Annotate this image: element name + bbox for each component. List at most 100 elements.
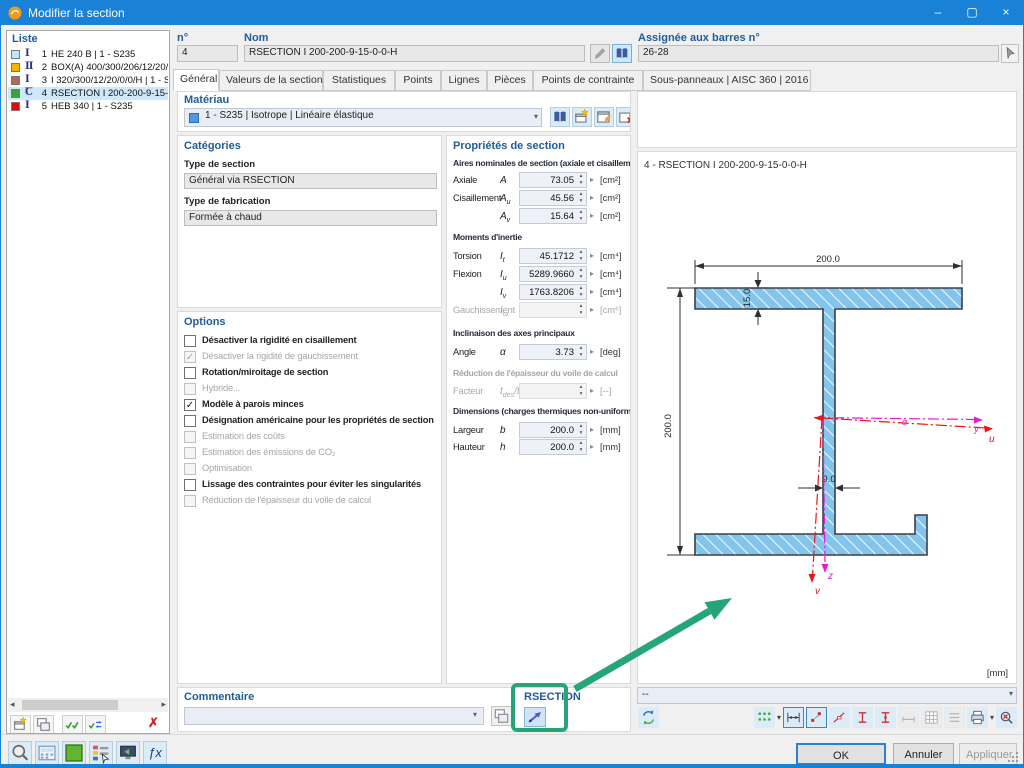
dim-height-label: 200.0 [663, 414, 674, 438]
chevron-down-icon[interactable]: ▾ [534, 112, 538, 121]
ok-button[interactable]: OK [796, 743, 886, 765]
pick-members-button[interactable] [1001, 44, 1019, 63]
spinner-icons[interactable]: ▴▾ [576, 345, 586, 359]
scrollbar-thumb[interactable] [22, 700, 118, 710]
monitor-arrow-icon [117, 742, 139, 764]
list-item-selected[interactable]: Ꞇ 4 RSECTION I 200-200-9-15-0-0-H | [8, 87, 168, 100]
section-color-button[interactable] [62, 741, 86, 765]
chevron-down-icon[interactable]: ▾ [777, 707, 781, 728]
dim-lines-icon [900, 709, 917, 726]
list-scrollbar[interactable]: ◂ ▸ [8, 698, 168, 712]
detail-arrow-icon[interactable]: ▸ [590, 287, 594, 296]
title-bar[interactable]: Modifier la section – ▢ × [1, 1, 1023, 25]
checkbox-checked[interactable]: ✓ [184, 399, 196, 411]
tab-lignes[interactable]: Lignes [441, 70, 487, 91]
section-viewer[interactable]: 4 - RSECTION I 200-200-9-15-0-0-H [637, 151, 1017, 684]
spinner-icons[interactable]: ▴▾ [576, 173, 586, 187]
cancel-button[interactable]: Annuler [893, 743, 954, 765]
checkbox-unchecked[interactable] [184, 479, 196, 491]
viewer-dropdown[interactable]: -- ▾ [637, 687, 1017, 704]
detail-arrow-icon[interactable]: ▸ [590, 193, 594, 202]
formula-button[interactable]: ƒx [143, 741, 167, 765]
refresh-view-button[interactable] [638, 707, 659, 728]
new-material-button[interactable] [572, 107, 592, 127]
invert-check-button[interactable] [85, 715, 106, 734]
group-title-axes: Inclinaison des axes principaux [453, 328, 575, 338]
tab-pieces[interactable]: Pièces [487, 70, 533, 91]
spinner-icons[interactable]: ▴▾ [576, 191, 586, 205]
property-row-disabled: Facteur tdes/t ▴▾ ▸ [--] [447, 383, 631, 400]
detail-arrow-icon[interactable]: ▸ [590, 175, 594, 184]
spinner-icons[interactable]: ▴▾ [576, 440, 586, 454]
delete-section-icon[interactable]: ✗ [148, 715, 159, 731]
show-stress-points-button[interactable] [852, 707, 873, 728]
property-label: Cisaillement [453, 193, 501, 203]
fx-icon: ƒx [148, 745, 162, 760]
material-library-button[interactable] [550, 107, 570, 127]
checkbox-unchecked[interactable] [184, 335, 196, 347]
tab-points[interactable]: Points [395, 70, 441, 91]
list-item[interactable]: I 1 HE 240 B | 1 - S235 [8, 48, 168, 61]
show-point-numbers-button[interactable] [806, 707, 827, 728]
tab-general[interactable]: Général [173, 69, 219, 91]
scroll-right-icon[interactable]: ▸ [161, 699, 166, 710]
checkbox-unchecked[interactable] [184, 415, 196, 427]
section-library-button[interactable] [612, 44, 632, 63]
scroll-left-icon[interactable]: ◂ [10, 699, 15, 710]
material-value: 1 - S235 | Isotrope | Linéaire élastique [205, 110, 374, 121]
display-points-button[interactable] [754, 707, 775, 728]
calculation-params-button[interactable] [35, 741, 59, 765]
minimize-icon[interactable]: – [921, 1, 955, 25]
chevron-down-icon[interactable]: ▾ [990, 707, 994, 728]
group-title-dimensions: Dimensions (charges thermiques non-unifo… [453, 406, 631, 416]
maximize-icon[interactable]: ▢ [955, 1, 989, 25]
detail-arrow-icon[interactable]: ▸ [590, 211, 594, 220]
option-row: Hybride... [184, 382, 439, 397]
apply-view-button[interactable] [116, 741, 140, 765]
find-section-info-button[interactable] [8, 741, 32, 765]
detail-arrow-icon[interactable]: ▸ [590, 347, 594, 356]
show-line-numbers-button[interactable] [829, 707, 850, 728]
new-section-button[interactable] [10, 715, 31, 734]
spinner-icons[interactable]: ▴▾ [576, 423, 586, 437]
detail-arrow-icon[interactable]: ▸ [590, 269, 594, 278]
tab-statistiques[interactable]: Statistiques [323, 70, 395, 91]
comment-dropdown[interactable] [184, 707, 484, 725]
copy-comment-button[interactable] [491, 706, 512, 726]
spinner-icons[interactable]: ▴▾ [576, 285, 586, 299]
reset-view-button[interactable] [996, 707, 1017, 728]
show-grid-button [921, 707, 942, 728]
detail-arrow-icon[interactable]: ▸ [590, 425, 594, 434]
refresh-icon [640, 709, 657, 726]
check-all-button[interactable] [62, 715, 83, 734]
list-item[interactable]: I 5 HEB 340 | 1 - S235 [8, 100, 168, 113]
spinner-icons[interactable]: ▴▾ [576, 209, 586, 223]
option-label: Estimation des coûts [202, 431, 285, 441]
detail-arrow-icon[interactable]: ▸ [590, 251, 594, 260]
unit-label: [deg] [600, 347, 621, 357]
detail-arrow-icon[interactable]: ▸ [590, 442, 594, 451]
assigned-members-field[interactable]: 26-28 [638, 45, 999, 62]
show-welds-button[interactable] [875, 707, 896, 728]
close-icon[interactable]: × [989, 1, 1023, 25]
spinner-icons[interactable]: ▴▾ [576, 267, 586, 281]
list-item[interactable]: Ⅱ 2 BOX(A) 400/300/206/12/20/18/182 [8, 61, 168, 74]
tab-points-contrainte[interactable]: Points de contrainte [533, 70, 643, 91]
spinner-icons[interactable]: ▴▾ [576, 249, 586, 263]
tab-sous-panneaux[interactable]: Sous-panneaux | AISC 360 | 2016 [643, 70, 811, 91]
chevron-down-icon[interactable]: ▾ [1009, 689, 1013, 698]
fabrication-type-label: Type de fabrication [184, 196, 270, 207]
option-label: Estimation des émissions de CO₂ [202, 447, 335, 457]
material-dropdown[interactable]: 1 - S235 | Isotrope | Linéaire élastique… [184, 108, 542, 127]
list-item[interactable]: I 3 I 320/300/12/20/0/0/H | 1 - S235 [8, 74, 168, 87]
display-properties-button[interactable] [89, 741, 113, 765]
copy-section-button[interactable] [33, 715, 54, 734]
delete-material-button[interactable] [616, 107, 631, 127]
print-button[interactable] [967, 707, 988, 728]
tab-valeurs[interactable]: Valeurs de la section [219, 70, 323, 91]
show-dimensions-button[interactable] [783, 707, 804, 728]
resize-grip[interactable] [1007, 751, 1019, 763]
checkbox-unchecked[interactable] [184, 367, 196, 379]
edit-material-button[interactable] [594, 107, 614, 127]
assigned-members-label: Assignée aux barres n° [638, 32, 760, 44]
